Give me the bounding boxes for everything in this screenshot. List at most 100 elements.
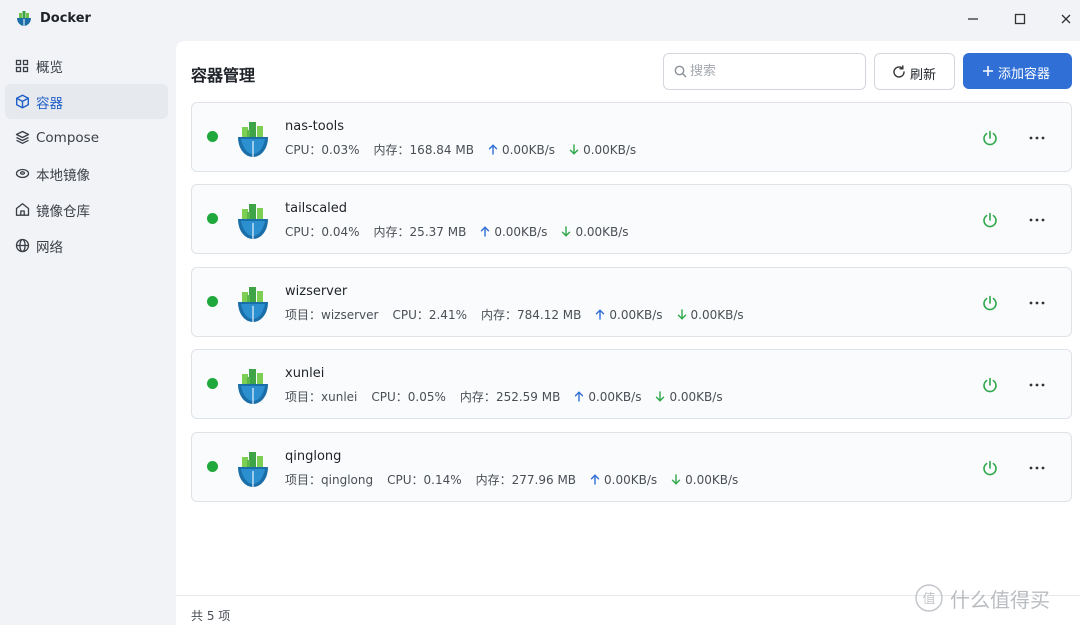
- memory-stat: 内存： 784.12 MB: [481, 306, 581, 323]
- close-icon: [1061, 14, 1071, 24]
- minimize-button[interactable]: [961, 8, 985, 30]
- upload-rate: 0.00KB/s: [501, 142, 556, 157]
- plus-icon: [983, 66, 993, 76]
- container-stats: CPU： 0.03% 内存： 168.84 MB 0.00KB/s 0.00KB/s: [285, 141, 650, 158]
- download-stat: 0.00KB/s: [671, 473, 738, 487]
- container-logo-icon: [238, 122, 268, 157]
- download-arrow-icon: [671, 474, 681, 485]
- more-icon: [1029, 383, 1045, 387]
- memory-stat-label: 内存：: [459, 390, 496, 404]
- upload-stat: 0.00KB/s: [590, 473, 657, 487]
- container-card[interactable]: qinglong 项目： qinglong CPU： 0.14% 内存： 277.96 M…: [191, 432, 1072, 502]
- add-container-button[interactable]: 添加容器: [963, 53, 1072, 89]
- download-rate: 0.00KB/s: [669, 389, 723, 404]
- container-stats: CPU： 0.04% 内存： 25.37 MB 0.00KB/s 0.00KB/s: [285, 223, 643, 240]
- container-name: tailscaled: [285, 201, 348, 216]
- memory-stat: 内存： 25.37 MB: [374, 223, 467, 240]
- download-arrow-icon: [655, 391, 665, 402]
- project-stat-label: 项目：: [285, 473, 322, 487]
- more-options-button[interactable]: [1025, 210, 1049, 230]
- project-stat-value: xunlei: [321, 389, 358, 404]
- more-icon: [1029, 136, 1045, 140]
- more-options-button[interactable]: [1025, 128, 1049, 148]
- cpu-stat: CPU： 0.03%: [285, 141, 360, 158]
- power-icon[interactable]: [981, 376, 999, 394]
- project-stat: 项目： xunlei: [285, 388, 357, 405]
- search-input[interactable]: [690, 54, 860, 89]
- upload-rate: 0.00KB/s: [609, 307, 663, 322]
- download-rate: 0.00KB/s: [690, 307, 744, 322]
- more-icon: [1029, 301, 1045, 305]
- more-options-button[interactable]: [1025, 375, 1049, 395]
- sidebar-item-label: Compose: [36, 129, 100, 146]
- container-card[interactable]: nas-tools CPU： 0.03% 内存： 168.84 MB 0.00KB/s 0…: [191, 102, 1072, 172]
- container-name: nas-tools: [285, 119, 345, 134]
- container-card[interactable]: tailscaled CPU： 0.04% 内存： 25.37 MB 0.00KB/s 0…: [191, 184, 1072, 254]
- close-button[interactable]: [1054, 8, 1078, 30]
- globe-icon: [14, 238, 30, 254]
- power-icon[interactable]: [981, 459, 999, 477]
- minimize-icon: [968, 18, 978, 20]
- upload-stat: 0.00KB/s: [574, 390, 641, 404]
- download-arrow-icon: [677, 309, 687, 320]
- sidebar-item-overview[interactable]: 概览: [5, 48, 168, 83]
- memory-stat-label: 内存：: [373, 143, 410, 157]
- cpu-stat-label: CPU：: [371, 390, 408, 404]
- cpu-stat-label: CPU：: [387, 473, 424, 487]
- download-arrow-icon: [561, 226, 571, 237]
- upload-stat: 0.00KB/s: [480, 225, 547, 239]
- memory-stat-label: 内存：: [475, 473, 512, 487]
- maximize-icon: [1014, 13, 1026, 25]
- sidebar-item-compose[interactable]: Compose: [5, 120, 168, 155]
- maximize-button[interactable]: [1008, 8, 1032, 30]
- upload-arrow-icon: [480, 226, 490, 237]
- cpu-stat-label: CPU：: [285, 143, 322, 157]
- cpu-stat-value: 0.14%: [423, 472, 462, 487]
- add-container-label: 添加容器: [998, 67, 1051, 82]
- status-indicator: [207, 213, 218, 224]
- sidebar: 概览 容器 Compose 本地镜像 镜像仓库 网络: [0, 48, 176, 264]
- docker-logo-icon: [17, 11, 31, 26]
- power-icon[interactable]: [981, 211, 999, 229]
- download-stat: 0.00KB/s: [569, 143, 636, 157]
- memory-stat-value: 784.12 MB: [517, 307, 582, 322]
- project-stat-label: 项目：: [285, 308, 322, 322]
- grid-icon: [14, 58, 30, 74]
- cpu-stat-value: 0.05%: [407, 389, 446, 404]
- memory-stat: 内存： 252.59 MB: [460, 388, 560, 405]
- container-name: xunlei: [285, 366, 325, 381]
- container-card[interactable]: wizserver 项目： wizserver CPU： 2.41% 内存： 784.12…: [191, 267, 1072, 337]
- container-stats: 项目： qinglong CPU： 0.14% 内存： 277.96 MB 0.00KB/s…: [285, 471, 752, 488]
- more-options-button[interactable]: [1025, 458, 1049, 478]
- memory-stat: 内存： 277.96 MB: [476, 471, 576, 488]
- cpu-stat-label: CPU：: [285, 225, 322, 239]
- page-title: 容器管理: [191, 66, 256, 85]
- disk-icon: [14, 166, 30, 182]
- cpu-stat-label: CPU：: [392, 308, 429, 322]
- container-logo-icon: [238, 452, 268, 487]
- project-stat-label: 项目：: [285, 390, 322, 404]
- status-indicator: [207, 131, 218, 142]
- power-icon[interactable]: [981, 129, 999, 147]
- sidebar-item-registry[interactable]: 镜像仓库: [5, 192, 168, 227]
- sidebar-item-local-images[interactable]: 本地镜像: [5, 156, 168, 191]
- sidebar-item-label: 本地镜像: [36, 167, 90, 184]
- more-options-button[interactable]: [1025, 293, 1049, 313]
- watermark-text: 什么值得买: [950, 587, 1050, 612]
- container-card[interactable]: xunlei 项目： xunlei CPU： 0.05% 内存： 252.59 MB 0.0…: [191, 349, 1072, 419]
- power-icon[interactable]: [981, 294, 999, 312]
- container-name: qinglong: [285, 449, 342, 464]
- memory-stat-value: 277.96 MB: [511, 472, 577, 487]
- sidebar-item-containers[interactable]: 容器: [5, 84, 168, 119]
- app-title: Docker: [40, 11, 91, 26]
- container-name: wizserver: [285, 284, 348, 299]
- more-icon: [1029, 218, 1045, 222]
- container-stats: 项目： wizserver CPU： 2.41% 内存： 784.12 MB 0.00KB/…: [285, 306, 758, 323]
- project-stat-value: wizserver: [321, 307, 379, 322]
- sidebar-item-network[interactable]: 网络: [5, 228, 168, 263]
- cpu-stat-value: 2.41%: [428, 307, 467, 322]
- home-icon: [14, 202, 30, 218]
- search-box[interactable]: [663, 53, 866, 90]
- refresh-button[interactable]: 刷新: [874, 53, 955, 90]
- status-indicator: [207, 296, 218, 307]
